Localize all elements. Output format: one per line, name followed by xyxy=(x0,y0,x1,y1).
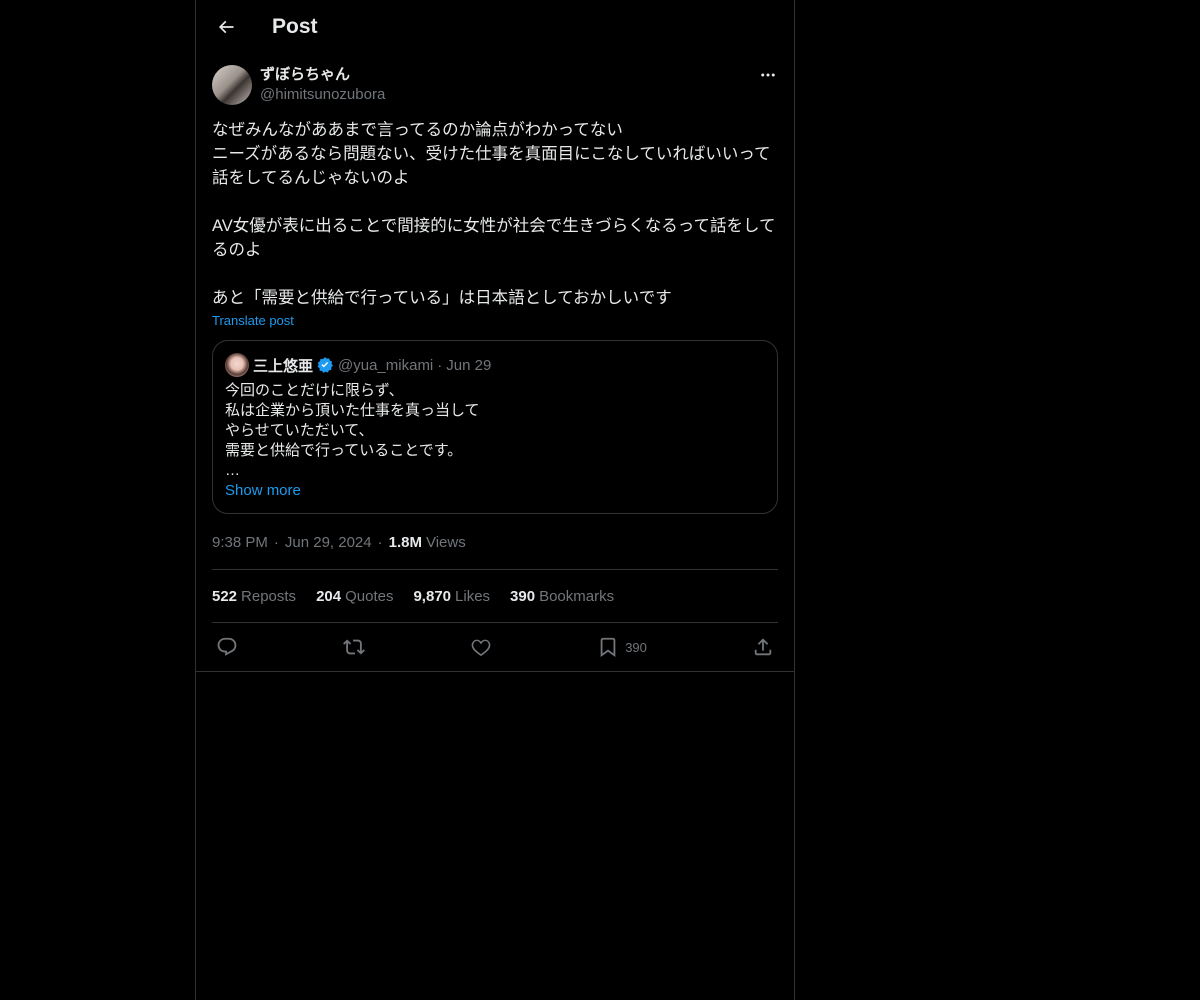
author-handle[interactable]: @himitsunozubora xyxy=(260,85,385,105)
reply-icon[interactable] xyxy=(216,636,238,658)
stat-label: Likes xyxy=(455,587,491,605)
stat-label: Bookmarks xyxy=(539,587,615,605)
engagement-stats: 522 Reposts 204 Quotes 9,870 Likes 390 Bookm… xyxy=(212,570,778,622)
post: ずぼらちゃん @himitsunozubora なぜみんながああまで言ってるのか… xyxy=(196,65,794,672)
translate-post-link[interactable]: Translate post xyxy=(212,312,778,330)
post-date[interactable]: Jun 29, 2024 xyxy=(285,534,372,551)
views-label: Views xyxy=(425,533,466,551)
page-title: Post xyxy=(272,14,318,38)
bookmark-button[interactable]: 390 xyxy=(597,636,647,658)
avatar[interactable] xyxy=(212,65,252,105)
quote-avatar xyxy=(225,353,249,377)
stat-bookmarks[interactable]: 390 Bookmarks xyxy=(510,588,614,605)
quote-header: 三上悠亜 @yua_mikami · Jun 29 xyxy=(225,353,765,377)
share-icon[interactable] xyxy=(752,636,774,658)
divider xyxy=(196,671,794,672)
main-column: Post ずぼらちゃん @himitsunozubora なぜみんながああまで言… xyxy=(195,0,795,1000)
show-more-link[interactable]: Show more xyxy=(225,481,765,501)
back-arrow-icon[interactable] xyxy=(214,15,238,39)
views-count: 1.8M xyxy=(388,533,422,551)
meta-separator: · xyxy=(273,533,279,551)
bookmark-icon xyxy=(597,636,619,658)
quote-date[interactable]: Jun 29 xyxy=(446,357,491,374)
repost-icon[interactable] xyxy=(343,636,365,658)
stat-reposts[interactable]: 522 Reposts xyxy=(212,588,296,605)
author-display-name[interactable]: ずぼらちゃん xyxy=(260,65,385,85)
author-row: ずぼらちゃん @himitsunozubora xyxy=(212,65,778,105)
stat-number: 9,870 xyxy=(413,587,452,605)
bookmark-count: 390 xyxy=(625,639,647,655)
author-names: ずぼらちゃん @himitsunozubora xyxy=(260,65,385,105)
stat-number: 522 xyxy=(212,587,238,605)
more-icon[interactable] xyxy=(758,65,778,85)
stat-number: 390 xyxy=(510,587,536,605)
quoted-post[interactable]: 三上悠亜 @yua_mikami · Jun 29 今回のことだけに限らず、 私… xyxy=(212,340,778,514)
quote-display-name: 三上悠亜 xyxy=(253,357,314,375)
post-time[interactable]: 9:38 PM xyxy=(212,534,268,551)
like-icon[interactable] xyxy=(470,636,492,658)
quote-text: 今回のことだけに限らず、 私は企業から頂いた仕事を真っ当して やらせていただいて… xyxy=(225,382,480,479)
verified-badge-icon xyxy=(316,356,334,374)
quote-separator: · xyxy=(437,356,443,374)
action-bar: 390 xyxy=(212,623,778,671)
stat-label: Reposts xyxy=(241,587,297,605)
quote-handle: @yua_mikami xyxy=(338,356,434,374)
stat-likes[interactable]: 9,870 Likes xyxy=(413,588,490,605)
stat-quotes[interactable]: 204 Quotes xyxy=(316,588,393,605)
meta-separator: · xyxy=(377,533,383,551)
stat-label: Quotes xyxy=(345,587,394,605)
post-text: なぜみんながああまで言ってるのか論点がわかってない ニーズがあるなら問題ない、受… xyxy=(212,121,776,307)
stat-number: 204 xyxy=(316,587,342,605)
post-meta: 9:38 PM · Jun 29, 2024 · 1.8M Views xyxy=(212,532,778,552)
top-bar: Post xyxy=(196,0,794,53)
